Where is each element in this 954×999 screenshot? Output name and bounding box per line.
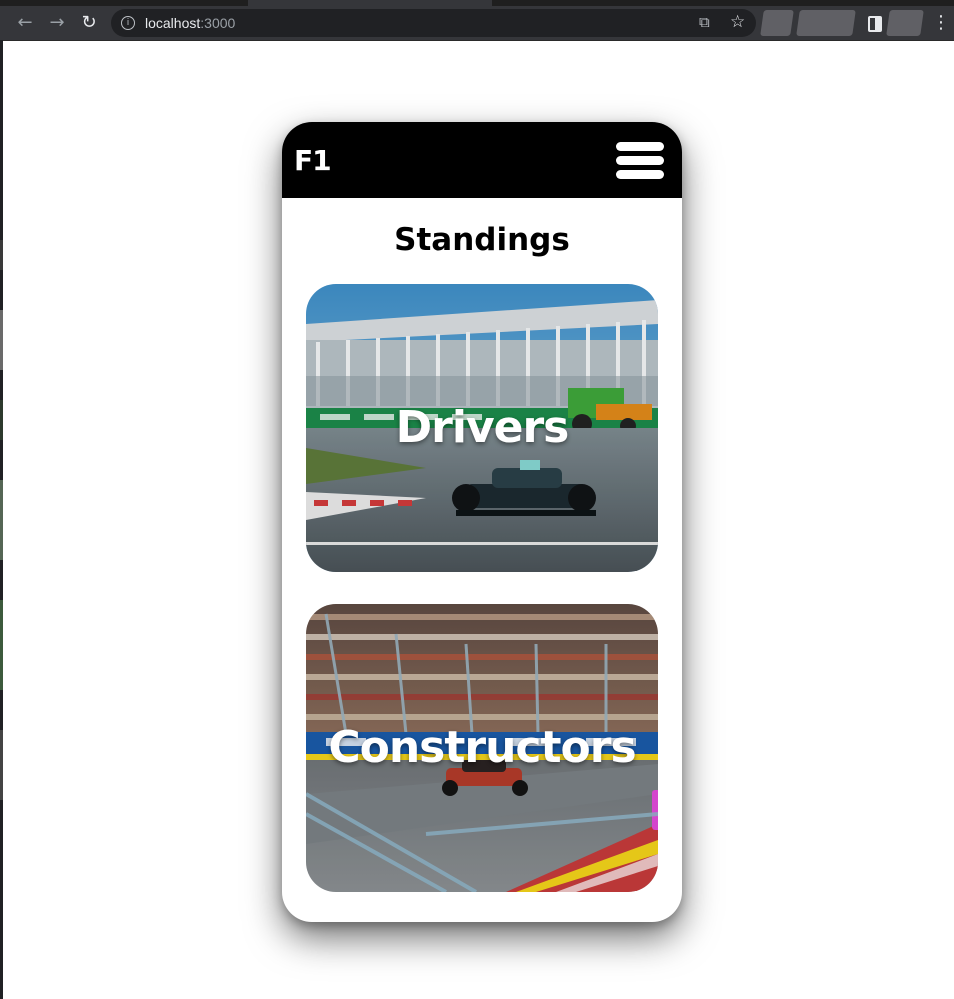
- constructors-card-label[interactable]: Constructors: [306, 722, 658, 773]
- app-header: F1: [282, 122, 682, 198]
- extension-icon[interactable]: [796, 10, 856, 36]
- background-window-edge: [0, 40, 3, 999]
- address-url[interactable]: localhost:3000: [145, 15, 235, 31]
- back-arrow-icon[interactable]: ←: [14, 12, 36, 34]
- side-panel-icon[interactable]: [868, 16, 882, 32]
- bookmark-star-icon[interactable]: ☆: [730, 12, 745, 32]
- forward-arrow-icon[interactable]: →: [46, 12, 68, 34]
- url-port: :3000: [200, 15, 236, 31]
- address-bar[interactable]: i localhost:3000 ⧉ ☆: [111, 9, 756, 37]
- phone-frame: F1 Standings Drivers Constructors: [282, 122, 682, 922]
- drivers-card[interactable]: Drivers: [306, 284, 658, 572]
- constructors-card[interactable]: Constructors: [306, 604, 658, 892]
- reload-icon[interactable]: ↻: [78, 12, 100, 34]
- brand-logo[interactable]: F1: [294, 144, 332, 177]
- page-title: Standings: [394, 222, 570, 258]
- url-host: localhost: [145, 15, 201, 31]
- share-icon[interactable]: ⧉: [699, 13, 710, 31]
- drivers-card-label[interactable]: Drivers: [306, 402, 658, 453]
- profile-avatar-icon[interactable]: [886, 10, 924, 36]
- site-info-icon[interactable]: i: [121, 16, 135, 30]
- browser-toolbar: ← → ↻ i localhost:3000 ⧉ ☆ ⋮: [0, 6, 954, 41]
- hamburger-menu-icon[interactable]: [616, 142, 666, 180]
- browser-menu-icon[interactable]: ⋮: [932, 12, 950, 34]
- extension-icon[interactable]: [760, 10, 794, 36]
